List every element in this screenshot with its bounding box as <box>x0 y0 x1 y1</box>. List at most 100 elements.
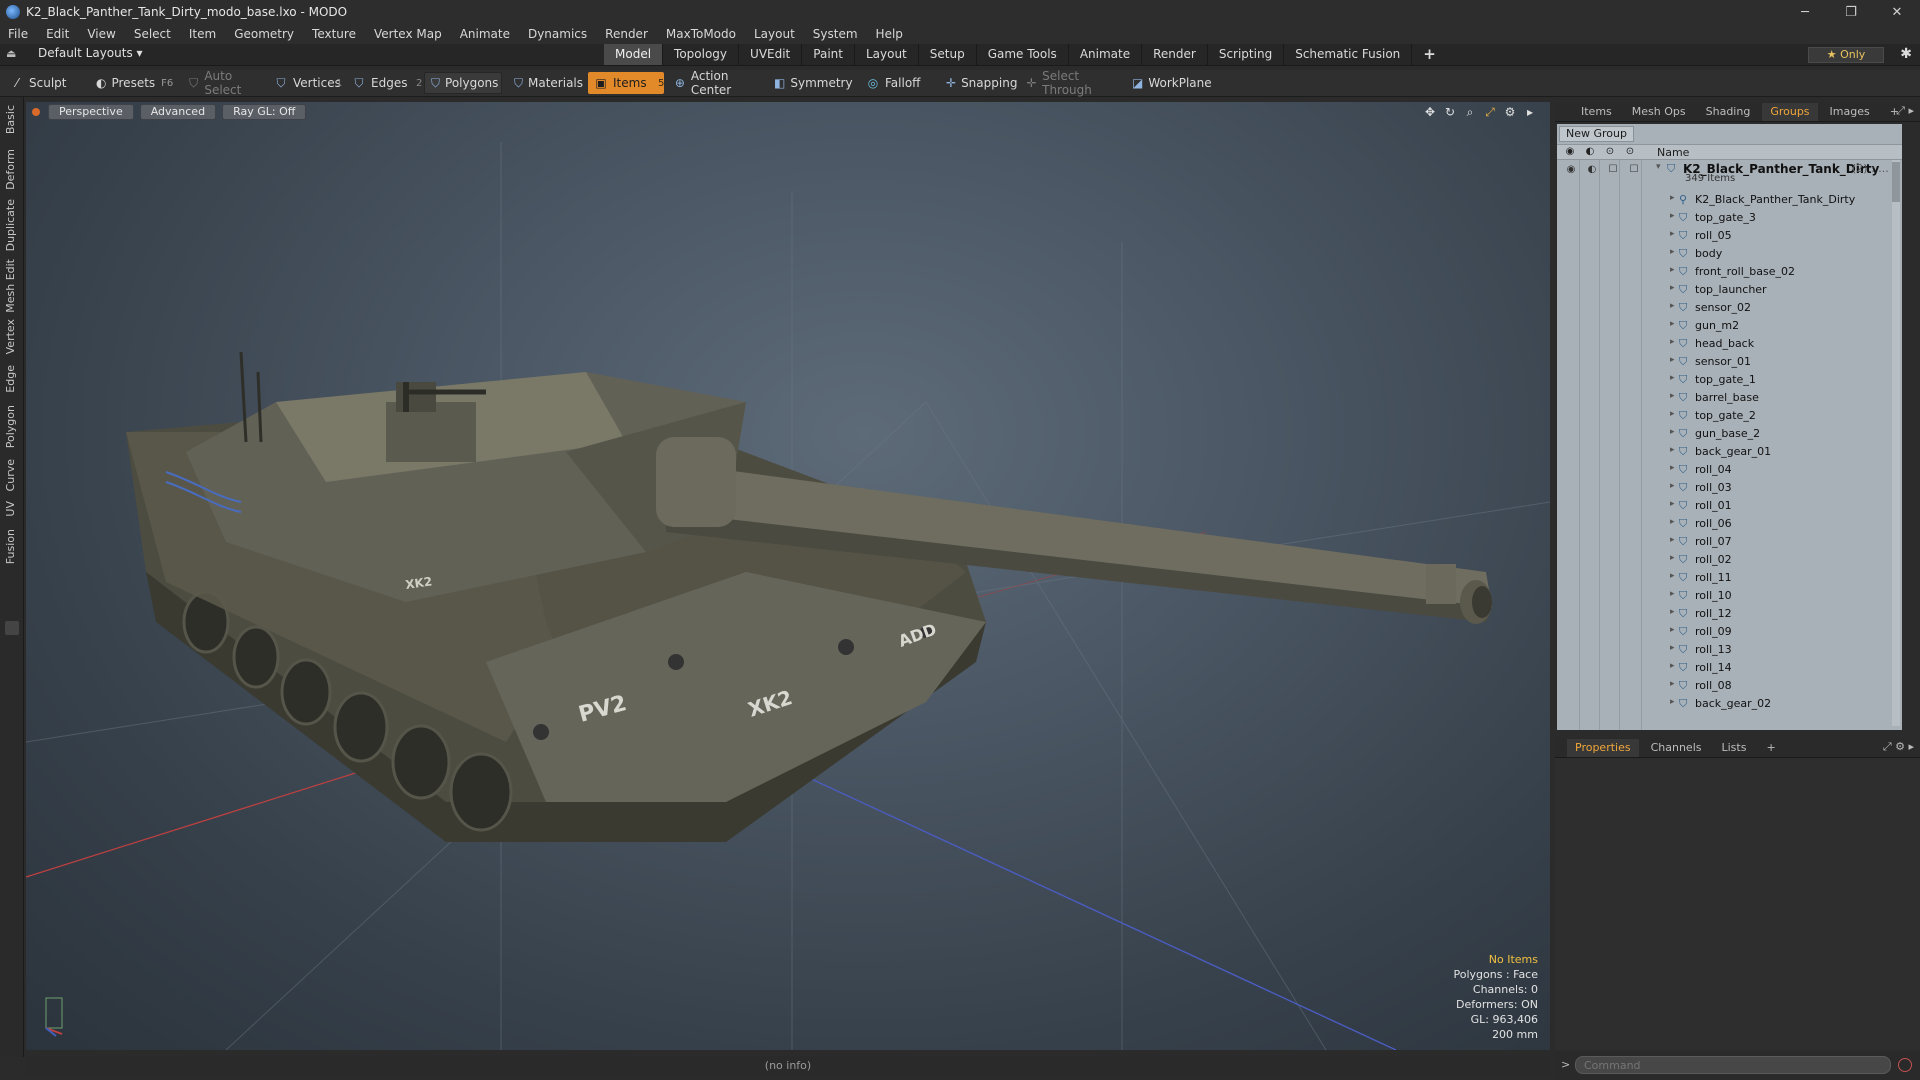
item-expand-icon[interactable]: ▸ <box>1670 679 1675 689</box>
ray-gl-button[interactable]: Ray GL: Off <box>222 104 307 120</box>
groups-scrollbar[interactable] <box>1892 160 1900 726</box>
item-expand-icon[interactable]: ▸ <box>1670 373 1675 383</box>
group-item-row[interactable]: ▸ ⛉ top_gate_1 <box>1557 371 1902 389</box>
item-expand-icon[interactable]: ▸ <box>1670 499 1675 509</box>
menu-select[interactable]: Select <box>134 27 171 41</box>
vtab-uv[interactable]: UV <box>4 501 20 517</box>
menu-file[interactable]: File <box>8 27 28 41</box>
item-expand-icon[interactable]: ▸ <box>1670 553 1675 563</box>
item-expand-icon[interactable]: ▸ <box>1670 661 1675 671</box>
lock-col-icon[interactable]: ⊙ <box>1603 146 1617 159</box>
menu-system[interactable]: System <box>813 27 858 41</box>
vtab-fusion[interactable]: Fusion <box>4 529 20 564</box>
item-expand-icon[interactable]: ▸ <box>1670 445 1675 455</box>
item-expand-icon[interactable]: ▸ <box>1670 589 1675 599</box>
item-expand-icon[interactable]: ▸ <box>1670 391 1675 401</box>
sculpt-button[interactable]: ⁄ Sculpt <box>4 72 88 94</box>
materials-button[interactable]: ⛉ Materials <box>508 72 586 94</box>
group-item-row[interactable]: ▸ ⛉ body <box>1557 245 1902 263</box>
tab-uvedit[interactable]: UVEdit <box>739 44 803 65</box>
palette-toggle-button[interactable] <box>5 621 19 635</box>
item-expand-icon[interactable]: ▸ <box>1670 571 1675 581</box>
group-item-row[interactable]: ▸ ⛉ roll_01 <box>1557 497 1902 515</box>
item-expand-icon[interactable]: ▸ <box>1670 265 1675 275</box>
item-expand-icon[interactable]: ▸ <box>1670 247 1675 257</box>
group-item-row[interactable]: ▸ ⛉ sensor_01 <box>1557 353 1902 371</box>
record-macro-icon[interactable] <box>1898 1058 1912 1072</box>
name-column-header[interactable]: Name <box>1657 146 1689 159</box>
item-expand-icon[interactable]: ▸ <box>1670 409 1675 419</box>
new-group-button[interactable]: New Group <box>1559 126 1634 142</box>
menu-render[interactable]: Render <box>605 27 648 41</box>
vtab-mesh-edit[interactable]: Mesh Edit <box>4 259 20 313</box>
vtab-duplicate[interactable]: Duplicate <box>4 199 20 251</box>
add-tab-button[interactable]: + <box>1412 44 1447 65</box>
group-item-row[interactable]: ▸ ⛉ back_gear_01 <box>1557 443 1902 461</box>
properties-expand-icon[interactable]: ⤢ ⚙ ▸ <box>1883 740 1914 754</box>
group-item-row[interactable]: ▸ ⛉ roll_13 <box>1557 641 1902 659</box>
polygons-button[interactable]: ⛉ Polygons <box>424 72 502 94</box>
tab-model[interactable]: Model <box>604 44 664 65</box>
fit-icon[interactable]: ⤢ <box>1480 105 1500 120</box>
group-item-row[interactable]: ▸ ⛉ roll_02 <box>1557 551 1902 569</box>
item-expand-icon[interactable]: ▸ <box>1670 211 1675 221</box>
group-item-row[interactable]: ▸ ⛉ gun_base_2 <box>1557 425 1902 443</box>
group-item-row[interactable]: ▸ ⛉ front_roll_base_02 <box>1557 263 1902 281</box>
group-item-row[interactable]: ▸ ⛉ barrel_base <box>1557 389 1902 407</box>
tab-paint[interactable]: Paint <box>802 44 855 65</box>
restore-button[interactable]: ❐ <box>1828 0 1874 24</box>
vtab-vertex[interactable]: Vertex <box>4 319 20 354</box>
item-expand-icon[interactable]: ▸ <box>1670 283 1675 293</box>
item-expand-icon[interactable]: ▸ <box>1670 625 1675 635</box>
item-expand-icon[interactable]: ▸ <box>1670 193 1675 203</box>
tab-images[interactable]: Images <box>1822 103 1878 121</box>
viewport-expand-icon[interactable]: ▸ <box>1520 105 1540 120</box>
group-item-row[interactable]: ▸ ⛉ roll_06 <box>1557 515 1902 533</box>
tab-mesh-ops[interactable]: Mesh Ops <box>1624 103 1694 121</box>
shading-button[interactable]: Advanced <box>139 104 217 120</box>
menu-view[interactable]: View <box>87 27 115 41</box>
tab-topology[interactable]: Topology <box>663 44 740 65</box>
vtab-curve[interactable]: Curve <box>4 459 20 491</box>
tab-items[interactable]: Items <box>1573 103 1620 121</box>
expand-arrow-icon[interactable]: ▾ <box>1656 162 1661 172</box>
tab-animate[interactable]: Animate <box>1069 44 1143 65</box>
panel-expand-icon[interactable]: ⤢ ▸ <box>1896 104 1914 118</box>
tab-scripting[interactable]: Scripting <box>1208 44 1285 65</box>
tab-game-tools[interactable]: Game Tools <box>977 44 1069 65</box>
add-properties-tab-button[interactable]: + <box>1758 739 1783 757</box>
item-expand-icon[interactable]: ▸ <box>1670 355 1675 365</box>
item-expand-icon[interactable]: ▸ <box>1670 301 1675 311</box>
select-through-button[interactable]: ✛ Select Through <box>1020 69 1120 97</box>
3d-viewport[interactable]: PV2 XK2 ADD XK2 Perspective Advanced Ray… <box>26 102 1550 1050</box>
group-item-row[interactable]: ▸ ⛉ gun_m2 <box>1557 317 1902 335</box>
item-expand-icon[interactable]: ▸ <box>1670 643 1675 653</box>
group-item-row[interactable]: ▸ ⛉ roll_07 <box>1557 533 1902 551</box>
tab-lists[interactable]: Lists <box>1714 739 1755 757</box>
render-col-icon[interactable]: ◐ <box>1583 146 1597 159</box>
menu-geometry[interactable]: Geometry <box>234 27 294 41</box>
group-item-row[interactable]: ▸ ⛉ roll_03 <box>1557 479 1902 497</box>
menu-item[interactable]: Item <box>189 27 216 41</box>
menu-maxtomodo[interactable]: MaxToModo <box>666 27 736 41</box>
item-expand-icon[interactable]: ▸ <box>1670 319 1675 329</box>
scrollbar-thumb[interactable] <box>1892 162 1900 202</box>
menu-animate[interactable]: Animate <box>460 27 510 41</box>
menu-edit[interactable]: Edit <box>46 27 69 41</box>
zoom-icon[interactable]: ⌕ <box>1460 105 1480 120</box>
viewport-menu-icon[interactable] <box>32 108 40 116</box>
pan-icon[interactable]: ✥ <box>1420 105 1440 120</box>
presets-button[interactable]: ◐ Presets F6 <box>90 72 174 94</box>
tab-groups[interactable]: Groups <box>1762 102 1818 121</box>
group-item-row[interactable]: ▸ ⛉ roll_10 <box>1557 587 1902 605</box>
menu-texture[interactable]: Texture <box>312 27 356 41</box>
falloff-button[interactable]: ◎ Falloff <box>860 72 930 94</box>
tab-shading[interactable]: Shading <box>1698 103 1759 121</box>
tab-schematic-fusion[interactable]: Schematic Fusion <box>1284 44 1413 65</box>
visibility-col-icon[interactable]: ◉ <box>1563 146 1577 159</box>
menu-help[interactable]: Help <box>876 27 903 41</box>
auto-select-button[interactable]: ⛉ Auto Select <box>182 69 266 97</box>
snapping-button[interactable]: ✛ Snapping <box>940 72 1017 94</box>
item-expand-icon[interactable]: ▸ <box>1670 535 1675 545</box>
group-item-row[interactable]: ▸ ⛉ top_gate_2 <box>1557 407 1902 425</box>
